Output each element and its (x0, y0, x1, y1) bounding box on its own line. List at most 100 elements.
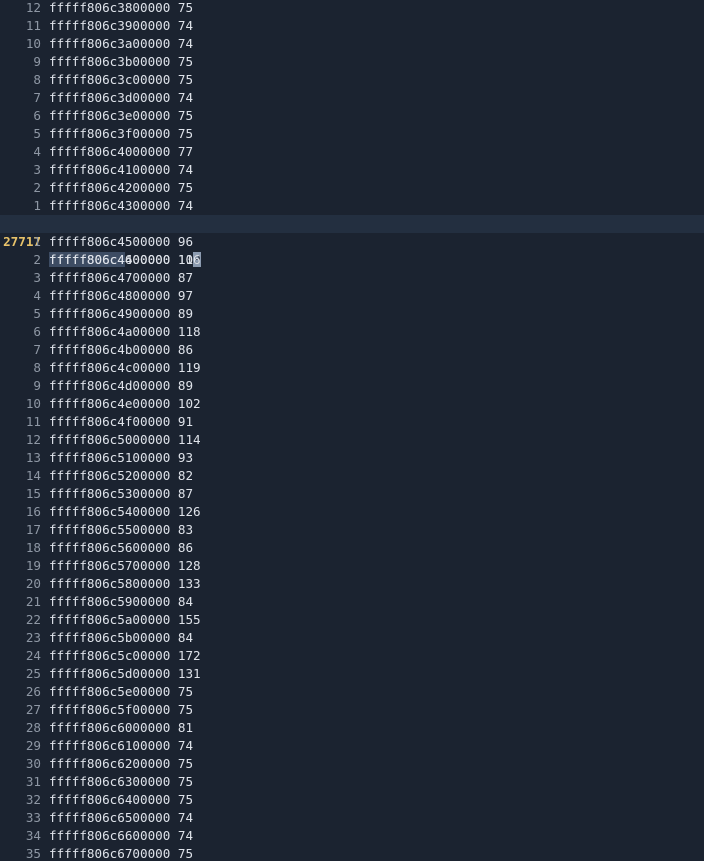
editor-line[interactable]: 12 fffff806c5000000 114 (0, 431, 704, 449)
editor-line[interactable]: 30 fffff806c6200000 75 (0, 755, 704, 773)
editor-line[interactable]: 1 fffff806c4300000 74 (0, 197, 704, 215)
editor-line[interactable]: 24 fffff806c5c00000 172 (0, 647, 704, 665)
line-content[interactable]: fffff806c5400000 126 (49, 503, 201, 521)
editor-line[interactable]: 4 fffff806c4800000 97 (0, 287, 704, 305)
line-content[interactable]: fffff806c5c00000 172 (49, 647, 201, 665)
editor-line[interactable]: 6 fffff806c4a00000 118 (0, 323, 704, 341)
editor-line[interactable]: 23 fffff806c5b00000 84 (0, 629, 704, 647)
editor-line[interactable]: 20 fffff806c5800000 133 (0, 575, 704, 593)
line-content[interactable]: fffff806c4d00000 89 (49, 377, 193, 395)
line-content[interactable]: fffff806c5200000 82 (49, 467, 193, 485)
editor-line[interactable]: 2 fffff806c4200000 75 (0, 179, 704, 197)
editor-line[interactable]: 7 fffff806c4b00000 86 (0, 341, 704, 359)
editor-line[interactable]: 7 fffff806c3d00000 74 (0, 89, 704, 107)
line-content[interactable]: fffff806c4500000 96 (49, 233, 193, 251)
current-line[interactable]: 27717 fffff806c4400000 110 (0, 215, 704, 267)
line-content[interactable]: fffff806c3800000 75 (49, 0, 193, 17)
line-content[interactable]: fffff806c5d00000 131 (49, 665, 201, 683)
line-content[interactable]: fffff806c4300000 74 (49, 197, 193, 215)
editor-line[interactable]: 22 fffff806c5a00000 155 (0, 611, 704, 629)
line-number: 23 (25, 630, 41, 645)
line-content[interactable]: fffff806c5900000 84 (49, 593, 193, 611)
editor-line[interactable]: 16 fffff806c5400000 126 (0, 503, 704, 521)
editor-line[interactable]: 33 fffff806c6500000 74 (0, 809, 704, 827)
line-content[interactable]: fffff806c6100000 74 (49, 737, 193, 755)
editor-line[interactable]: 35 fffff806c6700000 75 (0, 845, 704, 861)
line-content[interactable]: fffff806c3b00000 75 (49, 53, 193, 71)
line-content[interactable]: fffff806c5f00000 75 (49, 701, 193, 719)
line-content[interactable]: fffff806c4200000 75 (49, 179, 193, 197)
line-content[interactable]: fffff806c4e00000 102 (49, 395, 201, 413)
editor-line[interactable]: 6 fffff806c3e00000 75 (0, 107, 704, 125)
line-content[interactable]: fffff806c6200000 75 (49, 755, 193, 773)
line-content[interactable]: fffff806c6700000 75 (49, 845, 193, 861)
line-content[interactable]: fffff806c4c00000 119 (49, 359, 201, 377)
line-content[interactable]: fffff806c4b00000 86 (49, 341, 193, 359)
line-content[interactable]: fffff806c6400000 75 (49, 791, 193, 809)
editor-line[interactable]: 5 fffff806c3f00000 75 (0, 125, 704, 143)
line-content[interactable]: fffff806c3e00000 75 (49, 107, 193, 125)
editor-line[interactable]: 26 fffff806c5e00000 75 (0, 683, 704, 701)
line-content[interactable]: fffff806c3a00000 74 (49, 35, 193, 53)
line-content[interactable]: fffff806c3900000 74 (49, 17, 193, 35)
line-content[interactable]: fffff806c6300000 75 (49, 773, 193, 791)
line-content[interactable]: fffff806c4900000 89 (49, 305, 193, 323)
line-content[interactable]: fffff806c3d00000 74 (49, 89, 193, 107)
editor-line[interactable]: 27 fffff806c5f00000 75 (0, 701, 704, 719)
editor-line[interactable]: 12 fffff806c3800000 75 (0, 0, 704, 17)
editor-line[interactable]: 8 fffff806c3c00000 75 (0, 71, 704, 89)
line-content[interactable]: fffff806c5a00000 155 (49, 611, 201, 629)
editor-line[interactable]: 8 fffff806c4c00000 119 (0, 359, 704, 377)
line-content[interactable]: fffff806c5b00000 84 (49, 629, 193, 647)
line-content[interactable]: fffff806c5000000 114 (49, 431, 201, 449)
line-content[interactable]: fffff806c5700000 128 (49, 557, 201, 575)
line-content[interactable]: fffff806c5600000 86 (49, 539, 193, 557)
line-content[interactable]: fffff806c3c00000 75 (49, 71, 193, 89)
editor-line[interactable]: 29 fffff806c6100000 74 (0, 737, 704, 755)
line-number: 21 (25, 594, 41, 609)
editor-line[interactable]: 18 fffff806c5600000 86 (0, 539, 704, 557)
editor-line[interactable]: 25 fffff806c5d00000 131 (0, 665, 704, 683)
editor-line[interactable]: 3 fffff806c4100000 74 (0, 161, 704, 179)
line-content[interactable]: fffff806c4700000 87 (49, 269, 193, 287)
line-content[interactable]: fffff806c4000000 77 (49, 143, 193, 161)
editor-line[interactable]: 32 fffff806c6400000 75 (0, 791, 704, 809)
editor-line[interactable]: 9 fffff806c4d00000 89 (0, 377, 704, 395)
line-content[interactable]: fffff806c4600000 106 (49, 251, 201, 269)
line-content[interactable]: fffff806c3f00000 75 (49, 125, 193, 143)
editor-line[interactable]: 13 fffff806c5100000 93 (0, 449, 704, 467)
editor-line[interactable]: 10 fffff806c3a00000 74 (0, 35, 704, 53)
line-number: 9 (33, 378, 41, 393)
line-content[interactable]: fffff806c5300000 87 (49, 485, 193, 503)
line-content[interactable]: fffff806c6000000 81 (49, 719, 193, 737)
line-content[interactable]: fffff806c5800000 133 (49, 575, 201, 593)
editor-line[interactable]: 11 fffff806c3900000 74 (0, 17, 704, 35)
editor-line[interactable]: 9 fffff806c3b00000 75 (0, 53, 704, 71)
line-content[interactable]: fffff806c4100000 74 (49, 161, 193, 179)
editor-line[interactable]: 14 fffff806c5200000 82 (0, 467, 704, 485)
editor-line[interactable]: 28 fffff806c6000000 81 (0, 719, 704, 737)
line-content[interactable]: fffff806c5e00000 75 (49, 683, 193, 701)
line-content[interactable]: fffff806c4f00000 91 (49, 413, 193, 431)
editor-line[interactable]: 2 fffff806c4600000 106 (0, 251, 704, 269)
editor-line[interactable]: 10 fffff806c4e00000 102 (0, 395, 704, 413)
text-editor[interactable]: 12 fffff806c3800000 75 11 fffff806c3900000 … (0, 0, 704, 861)
editor-line[interactable]: 21 fffff806c5900000 84 (0, 593, 704, 611)
line-number: 17 (25, 522, 41, 537)
editor-line[interactable]: 34 fffff806c6600000 74 (0, 827, 704, 845)
line-content[interactable]: fffff806c5500000 83 (49, 521, 193, 539)
editor-line[interactable]: 17 fffff806c5500000 83 (0, 521, 704, 539)
line-content[interactable]: fffff806c6600000 74 (49, 827, 193, 845)
line-content[interactable]: fffff806c4800000 97 (49, 287, 193, 305)
editor-line[interactable]: 1 fffff806c4500000 96 (0, 233, 704, 251)
editor-line[interactable]: 11 fffff806c4f00000 91 (0, 413, 704, 431)
editor-line[interactable]: 3 fffff806c4700000 87 (0, 269, 704, 287)
editor-line[interactable]: 15 fffff806c5300000 87 (0, 485, 704, 503)
editor-line[interactable]: 19 fffff806c5700000 128 (0, 557, 704, 575)
editor-line[interactable]: 5 fffff806c4900000 89 (0, 305, 704, 323)
editor-line[interactable]: 4 fffff806c4000000 77 (0, 143, 704, 161)
line-content[interactable]: fffff806c6500000 74 (49, 809, 193, 827)
line-content[interactable]: fffff806c5100000 93 (49, 449, 193, 467)
line-content[interactable]: fffff806c4a00000 118 (49, 323, 201, 341)
editor-line[interactable]: 31 fffff806c6300000 75 (0, 773, 704, 791)
